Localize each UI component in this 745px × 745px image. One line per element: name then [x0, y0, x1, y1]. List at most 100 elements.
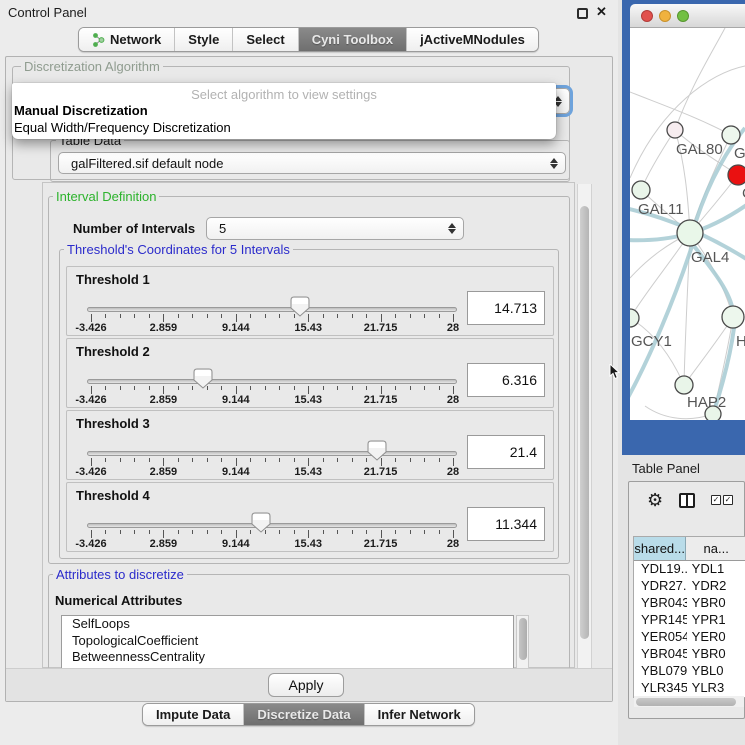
cell-shared-name: YER054C [634, 629, 687, 646]
dropdown-option-manual-discretization[interactable]: Manual Discretization [14, 103, 148, 118]
threshold-value-field[interactable]: 21.4 [467, 435, 545, 469]
threshold-1-panel: Threshold 1-3.4262.8599.14415.4321.71528… [66, 266, 554, 336]
table-row[interactable]: YPR145WYPR1 [634, 612, 745, 629]
column-layout-icon[interactable] [679, 493, 695, 508]
column-header-shared-name[interactable]: shared... [634, 537, 686, 560]
slider-tick-labels: -3.4262.8599.14415.4321.71528 [91, 538, 453, 550]
table-data-combobox[interactable]: galFiltered.sif default node [58, 152, 566, 174]
slider-thumb[interactable] [367, 440, 387, 461]
combo-stepper-icon [549, 158, 558, 169]
slider-ticks [91, 386, 453, 394]
apply-button[interactable]: Apply [268, 673, 344, 697]
network-node-label: H [736, 333, 745, 350]
network-node-c[interactable] [728, 165, 745, 185]
column-header-name[interactable]: na... [686, 537, 745, 560]
slider-track[interactable] [87, 379, 457, 384]
attributes-group: Attributes to discretize Numerical Attri… [48, 574, 570, 670]
cell-name: YBR0 [687, 595, 745, 612]
tab-discretize-data[interactable]: Discretize Data [244, 704, 364, 725]
control-panel-window: Control Panel ✕ Network Style Select Cyn… [0, 0, 618, 745]
mac-zoom-icon[interactable] [677, 10, 689, 22]
numerical-attributes-list[interactable]: SelfLoopsTopologicalCoefficientBetweenne… [61, 615, 514, 669]
table-row[interactable]: YLR345WYLR3 [634, 680, 745, 697]
slider-ticks [91, 314, 453, 322]
table-data-value: galFiltered.sif default node [59, 156, 549, 171]
numerical-attributes-label: Numerical Attributes [55, 593, 182, 608]
network-node-h[interactable] [722, 306, 744, 328]
slider-thumb[interactable] [251, 512, 271, 533]
table-body: YDL19...YDL1YDR27...YDR2YBR043CYBR0YPR14… [634, 561, 745, 698]
attribute-list-item[interactable]: TopologicalCoefficient [62, 633, 513, 650]
dropdown-option-equal-width-frequency[interactable]: Equal Width/Frequency Discretization [14, 120, 231, 135]
table-row[interactable]: YDL19...YDL1 [634, 561, 745, 578]
threshold-value-field[interactable]: 11.344 [467, 507, 545, 541]
network-node-gal4[interactable] [677, 220, 703, 246]
table-panel: ⚙ ✓ ✓ shared... na... YDL19...YDL1YDR27.… [628, 481, 745, 719]
cyni-mode-tabbar: Impute Data Discretize Data Infer Networ… [142, 703, 475, 726]
mac-minimize-icon[interactable] [659, 10, 671, 22]
scrollbar-thumb[interactable] [580, 206, 589, 639]
control-panel-tabbar: Network Style Select Cyni Toolbox jActiv… [78, 27, 539, 52]
cell-name: YPR1 [687, 612, 745, 629]
threshold-3-panel: Threshold 3-3.4262.8599.14415.4321.71528… [66, 410, 554, 480]
network-node-label: GAL4 [691, 249, 729, 266]
network-canvas[interactable]: GAL80GACGAL11GAL4GCY1HHAP2 [630, 28, 745, 420]
table-row[interactable]: YDR27...YDR2 [634, 578, 745, 595]
network-node-gal11[interactable] [632, 181, 650, 199]
table-row[interactable]: YBR043CYBR0 [634, 595, 745, 612]
close-icon[interactable]: ✕ [596, 4, 607, 20]
tab-select[interactable]: Select [233, 28, 298, 51]
tab-impute-data[interactable]: Impute Data [143, 704, 244, 725]
number-of-intervals-label: Number of Intervals [73, 221, 195, 236]
table-horizontal-scrollbar[interactable] [634, 696, 744, 707]
threshold-label: Threshold 4 [76, 488, 150, 503]
slider-track[interactable] [87, 523, 457, 528]
gear-icon[interactable]: ⚙ [647, 491, 663, 509]
cell-shared-name: YBR045C [634, 646, 687, 663]
scrollbar-thumb[interactable] [636, 698, 736, 706]
interval-definition-group: Interval Definition Number of Intervals … [48, 196, 570, 564]
attribute-list-item[interactable]: BetweennessCentrality [62, 649, 513, 666]
slider-ticks [91, 530, 453, 538]
threshold-label: Threshold 3 [76, 416, 150, 431]
slider-thumb[interactable] [290, 296, 310, 317]
tab-style[interactable]: Style [175, 28, 233, 51]
tab-network-label: Network [110, 32, 161, 47]
threshold-value-field[interactable]: 14.713 [467, 291, 545, 325]
attributes-list-scrollbar[interactable] [516, 615, 529, 669]
control-panel-title: Control Panel [8, 5, 87, 20]
combo-stepper-icon [447, 223, 456, 234]
float-window-icon[interactable] [577, 8, 588, 19]
table-row[interactable]: YER054CYER0 [634, 629, 745, 646]
network-node[interactable] [705, 406, 721, 420]
network-node-label: GCY1 [631, 333, 672, 350]
network-node-label: GAL11 [638, 201, 684, 218]
mac-close-icon[interactable] [641, 10, 653, 22]
slider-track[interactable] [87, 307, 457, 312]
tab-jactivemnodules[interactable]: jActiveMNodules [407, 28, 538, 51]
cell-shared-name: YDR27... [634, 578, 687, 595]
table-row[interactable]: YBL079WYBL0 [634, 663, 745, 680]
network-window-titlebar[interactable] [630, 4, 745, 28]
tab-cyni-toolbox[interactable]: Cyni Toolbox [299, 28, 407, 51]
number-of-intervals-combobox[interactable]: 5 [206, 217, 464, 240]
interval-definition-title: Interval Definition [53, 190, 159, 203]
table-row[interactable]: YBR045CYBR0 [634, 646, 745, 663]
settings-scrollbar[interactable] [577, 184, 592, 668]
threshold-value-field[interactable]: 6.316 [467, 363, 545, 397]
tab-infer-network[interactable]: Infer Network [365, 704, 474, 725]
network-node-gcy1[interactable] [630, 309, 639, 327]
threshold-4-panel: Threshold 4 -3.4262.8599.14415.4321.71528… [66, 482, 554, 552]
mouse-cursor [609, 364, 621, 380]
checkbox-pair-icon[interactable]: ✓ ✓ [711, 495, 733, 505]
cell-name: YER0 [687, 629, 745, 646]
number-of-intervals-value: 5 [207, 221, 447, 236]
network-node-gal80[interactable] [667, 122, 683, 138]
network-node-hap2[interactable] [675, 376, 693, 394]
slider-track[interactable] [87, 451, 457, 456]
slider-thumb[interactable] [193, 368, 213, 389]
attribute-list-item[interactable]: SelfLoops [62, 616, 513, 633]
tab-network[interactable]: Network [79, 28, 175, 51]
network-node-ga[interactable] [722, 126, 740, 144]
scrollbar-thumb[interactable] [519, 618, 527, 660]
